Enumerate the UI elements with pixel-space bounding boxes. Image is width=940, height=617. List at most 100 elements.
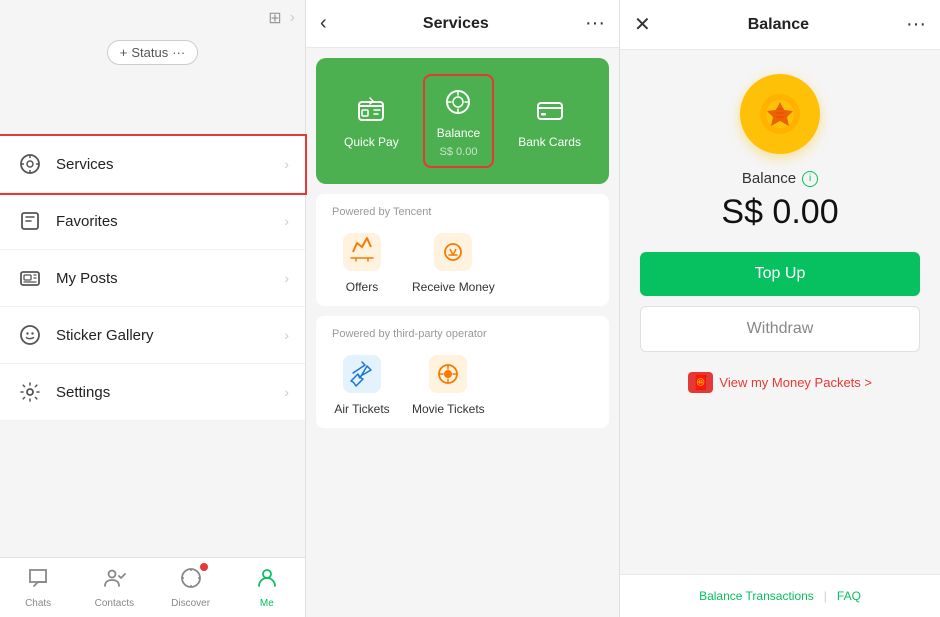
grid-icon[interactable]: ⊞ (268, 8, 281, 28)
balance-transactions-link[interactable]: Balance Transactions (699, 589, 814, 603)
sidebar-item-settings[interactable]: Settings › (0, 364, 305, 421)
me-label: Me (260, 598, 274, 609)
panel-right: ✕ Balance ··· Balance i S$ 0.00 Top Up W… (620, 0, 940, 617)
bank-cards-icon (532, 93, 568, 129)
red-envelope-icon: 🧧 (688, 372, 713, 393)
discover-label: Discover (171, 598, 210, 609)
status-button[interactable]: + Status ··· (107, 40, 198, 65)
nav-chats[interactable]: Chats (0, 558, 76, 617)
balance-card-label: Balance (437, 126, 480, 140)
menu-section: Services › Favorites › My P (0, 136, 305, 421)
sticker-gallery-label: Sticker Gallery (56, 327, 284, 344)
balance-footer: Balance Transactions | FAQ (620, 574, 940, 617)
status-area: + Status ··· (0, 36, 305, 75)
middle-more-button[interactable]: ··· (585, 12, 605, 35)
bank-cards-card-item[interactable]: Bank Cards (518, 93, 581, 149)
receive-money-icon (431, 230, 475, 274)
sticker-chevron: › (284, 327, 289, 343)
middle-title: Services (423, 15, 489, 33)
right-header: ✕ Balance ··· (620, 0, 940, 50)
tencent-section: Powered by Tencent Offers (316, 194, 609, 306)
movie-tickets-item[interactable]: Movie Tickets (412, 352, 485, 416)
services-icon (16, 150, 44, 178)
panel-middle: ‹ Services ··· Quick Pay (306, 0, 620, 617)
services-chevron: › (284, 156, 289, 172)
tencent-service-grid: Offers Receive Money (332, 230, 593, 294)
contacts-icon (102, 566, 126, 596)
coin-icon (740, 74, 820, 154)
balance-label: Balance (742, 170, 796, 187)
right-spacer (620, 393, 940, 574)
bottom-nav: Chats Contacts Discover (0, 557, 305, 617)
thirdparty-powered-label: Powered by third-party operator (332, 328, 593, 340)
topup-button[interactable]: Top Up (640, 252, 920, 296)
balance-content: Balance i S$ 0.00 Top Up Withdraw 🧧 View… (620, 50, 940, 393)
favorites-label: Favorites (56, 213, 284, 230)
favorites-icon (16, 207, 44, 235)
info-icon[interactable]: i (802, 171, 818, 187)
quick-pay-card-item[interactable]: Quick Pay (344, 93, 399, 149)
nav-me[interactable]: Me (229, 558, 305, 617)
balance-card-icon (440, 84, 476, 120)
quick-pay-label: Quick Pay (344, 135, 399, 149)
balance-title-row: Balance i (742, 170, 818, 187)
chats-label: Chats (25, 598, 51, 609)
middle-header: ‹ Services ··· (306, 0, 619, 48)
discover-icon (179, 566, 203, 596)
air-tickets-label: Air Tickets (334, 402, 389, 416)
contacts-label: Contacts (95, 598, 134, 609)
thirdparty-service-grid: Air Tickets Movie Tickets (332, 352, 593, 416)
sidebar-item-sticker-gallery[interactable]: Sticker Gallery › (0, 307, 305, 364)
me-icon (255, 566, 279, 596)
more-icon: ··· (172, 45, 185, 60)
close-button[interactable]: ✕ (634, 12, 651, 37)
tencent-powered-label: Powered by Tencent (332, 206, 593, 218)
air-tickets-item[interactable]: Air Tickets (332, 352, 392, 416)
offers-item[interactable]: Offers (332, 230, 392, 294)
withdraw-button[interactable]: Withdraw (640, 306, 920, 352)
services-label: Services (56, 156, 284, 173)
bank-cards-label: Bank Cards (518, 135, 581, 149)
settings-icon (16, 378, 44, 406)
panel-left: ⊞ › + Status ··· Services › (0, 0, 306, 617)
top-icons-row: ⊞ › (0, 0, 305, 36)
receive-money-item[interactable]: Receive Money (412, 230, 495, 294)
status-label: Status (131, 45, 168, 60)
movie-tickets-icon (426, 352, 470, 396)
posts-chevron: › (284, 270, 289, 286)
nav-discover[interactable]: Discover (153, 558, 229, 617)
receive-money-label: Receive Money (412, 280, 495, 294)
balance-card-sub: S$ 0.00 (440, 146, 478, 158)
offers-label: Offers (346, 280, 378, 294)
plus-icon: + (120, 45, 128, 60)
my-posts-label: My Posts (56, 270, 284, 287)
thirdparty-section: Powered by third-party operator Air Tick… (316, 316, 609, 428)
sidebar-item-favorites[interactable]: Favorites › (0, 193, 305, 250)
money-packets-row[interactable]: 🧧 View my Money Packets > (688, 372, 872, 393)
settings-label: Settings (56, 384, 284, 401)
chevron-right-icon: › (290, 9, 295, 27)
nav-contacts[interactable]: Contacts (76, 558, 152, 617)
sidebar-item-services[interactable]: Services › (0, 136, 305, 193)
balance-card-item[interactable]: Balance S$ 0.00 (423, 74, 494, 168)
balance-amount: S$ 0.00 (721, 193, 838, 232)
right-title: Balance (748, 16, 809, 34)
services-green-card: Quick Pay Balance S$ 0.00 (316, 58, 609, 184)
back-button[interactable]: ‹ (320, 12, 327, 35)
air-tickets-icon (340, 352, 384, 396)
sidebar-item-my-posts[interactable]: My Posts › (0, 250, 305, 307)
footer-divider: | (824, 589, 827, 603)
chats-icon (26, 566, 50, 596)
faq-link[interactable]: FAQ (837, 589, 861, 603)
panel-left-top-area: ⊞ › + Status ··· (0, 0, 305, 136)
left-spacer (0, 421, 305, 557)
favorites-chevron: › (284, 213, 289, 229)
sticker-icon (16, 321, 44, 349)
offers-icon (340, 230, 384, 274)
money-packets-link: View my Money Packets > (719, 375, 872, 390)
movie-tickets-label: Movie Tickets (412, 402, 485, 416)
discover-badge (200, 563, 208, 571)
right-more-button[interactable]: ··· (906, 13, 926, 36)
settings-chevron: › (284, 384, 289, 400)
quick-pay-icon (353, 93, 389, 129)
